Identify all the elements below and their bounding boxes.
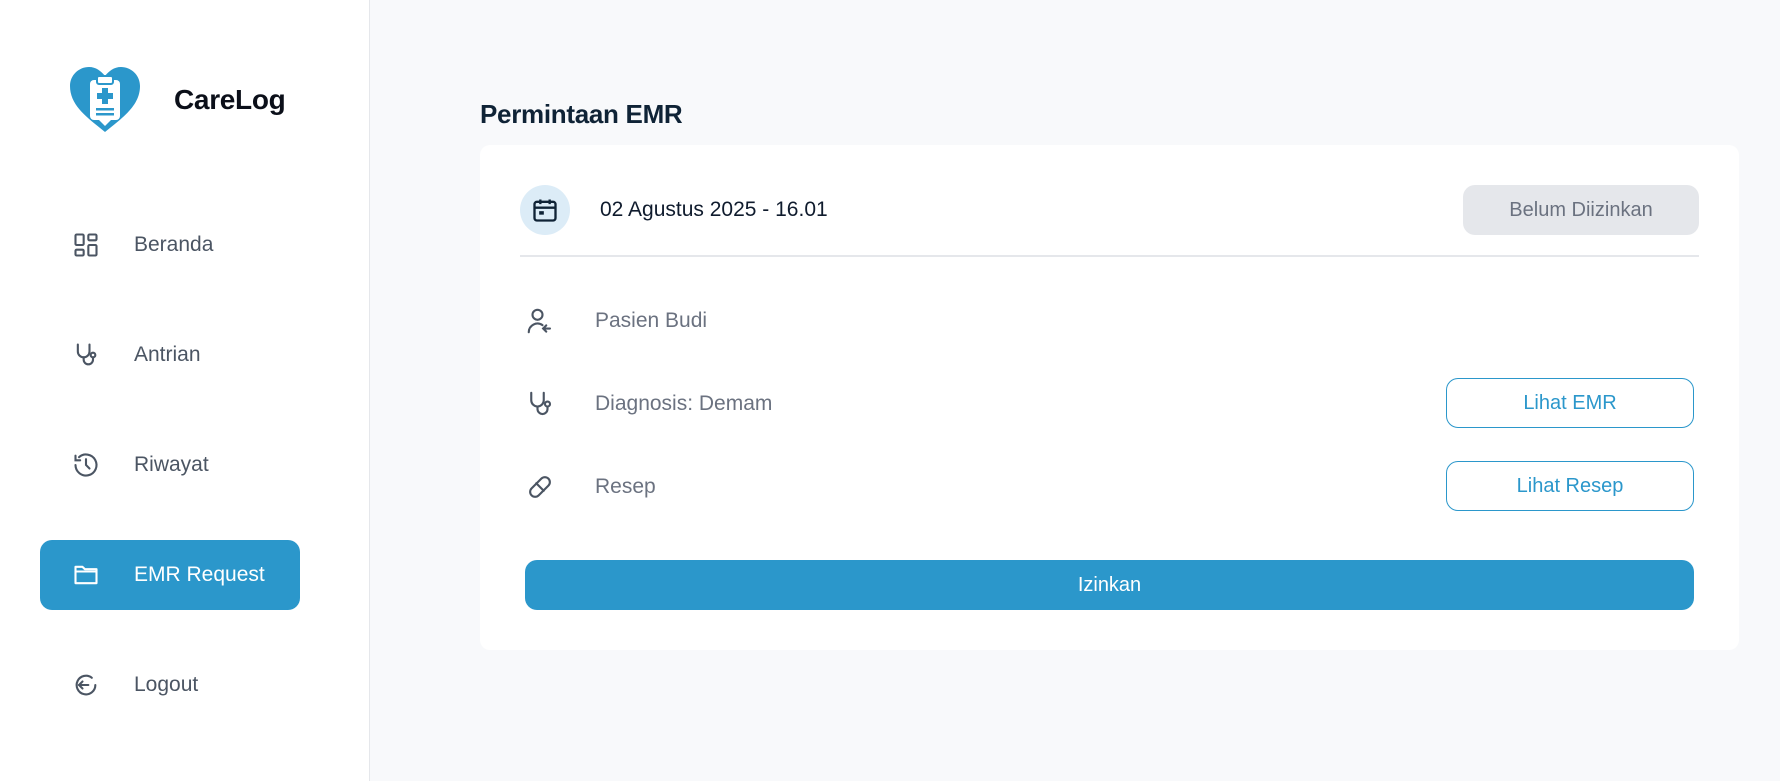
sidebar-item-label: Logout bbox=[134, 673, 199, 696]
patient-row: Pasien Budi bbox=[520, 295, 1694, 347]
status-badge: Belum Diizinkan bbox=[1463, 185, 1699, 235]
sidebar: CareLog Beranda Antrian Riwayat EMR Requ… bbox=[0, 0, 370, 781]
sidebar-item-label: Antrian bbox=[134, 343, 201, 366]
sidebar-item-emr-request[interactable]: EMR Request bbox=[40, 540, 300, 610]
sidebar-item-beranda[interactable]: Beranda bbox=[40, 210, 300, 280]
request-datetime: 02 Agustus 2025 - 16.01 bbox=[600, 198, 828, 221]
folder-icon bbox=[72, 561, 100, 589]
prescription-row: Resep Lihat Resep bbox=[520, 461, 1694, 513]
brand[interactable]: CareLog bbox=[68, 66, 286, 134]
carelog-logo-icon bbox=[70, 67, 140, 132]
patient-name: Pasien Budi bbox=[595, 309, 708, 332]
sidebar-item-label: Beranda bbox=[134, 233, 214, 256]
sidebar-item-label: Riwayat bbox=[134, 453, 209, 476]
main-content: Permintaan EMR 02 Agustus 2025 - 16.01 B… bbox=[370, 0, 1780, 781]
user-arrow-icon bbox=[520, 301, 560, 341]
request-header: 02 Agustus 2025 - 16.01 Belum Diizinkan bbox=[520, 185, 1699, 235]
stethoscope-icon bbox=[520, 384, 560, 424]
logout-icon bbox=[72, 671, 100, 699]
calendar-icon bbox=[520, 185, 570, 235]
approve-button[interactable]: Izinkan bbox=[525, 560, 1694, 610]
divider bbox=[520, 255, 1699, 257]
sidebar-item-logout[interactable]: Logout bbox=[40, 650, 300, 720]
history-icon bbox=[72, 451, 100, 479]
diagnosis-row: Diagnosis: Demam Lihat EMR bbox=[520, 378, 1694, 430]
diagnosis-text: Diagnosis: Demam bbox=[595, 392, 773, 415]
sidebar-item-antrian[interactable]: Antrian bbox=[40, 320, 300, 390]
prescription-text: Resep bbox=[595, 475, 656, 498]
pill-icon bbox=[520, 467, 560, 507]
dashboard-icon bbox=[72, 231, 100, 259]
sidebar-item-label: EMR Request bbox=[134, 563, 265, 586]
app-name: CareLog bbox=[174, 84, 286, 115]
stethoscope-icon bbox=[72, 341, 100, 369]
page-title: Permintaan EMR bbox=[480, 99, 683, 130]
emr-request-card: 02 Agustus 2025 - 16.01 Belum Diizinkan … bbox=[480, 145, 1739, 650]
sidebar-item-riwayat[interactable]: Riwayat bbox=[40, 430, 300, 500]
view-emr-button[interactable]: Lihat EMR bbox=[1446, 378, 1694, 428]
view-prescription-button[interactable]: Lihat Resep bbox=[1446, 461, 1694, 511]
